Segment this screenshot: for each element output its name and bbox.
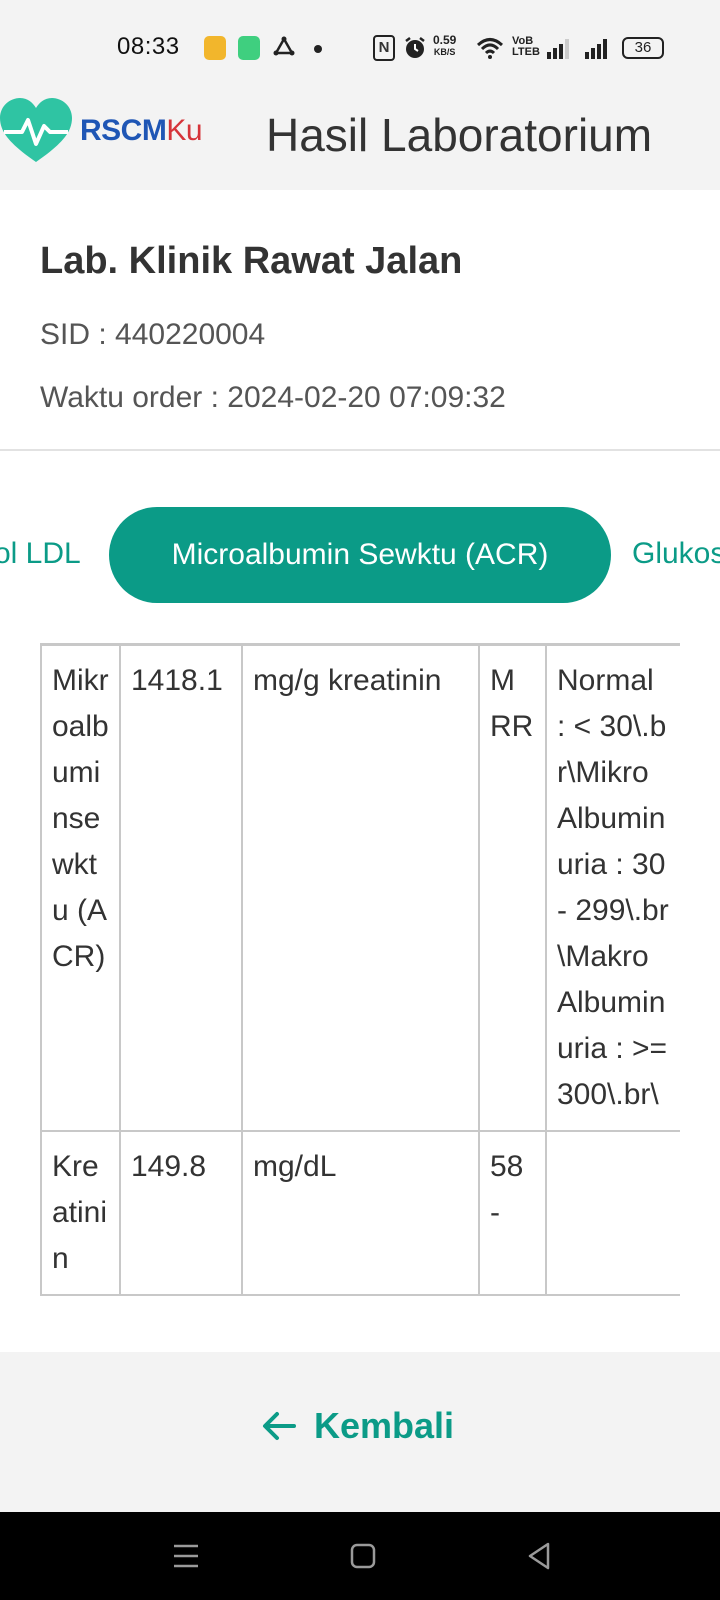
volte-indicator: VoB LTEB: [512, 35, 540, 58]
signal-icon: [547, 39, 569, 59]
divider: [0, 449, 720, 451]
back-button[interactable]: Kembali: [262, 1396, 454, 1456]
test-name-cell: Kreatinin: [40, 1129, 121, 1296]
reference-cell: Normal : < 30\.br\Mikro Albuminuria : 30…: [545, 643, 680, 1132]
signal-icon: [585, 39, 607, 59]
results-table-container[interactable]: Mikroalbuminsewktu (ACR) 1418.1 mg/g kre…: [40, 643, 680, 1352]
tab-microalbumin-acr[interactable]: Microalbumin Sewktu (ACR): [109, 507, 611, 603]
result-value-cell: 149.8: [119, 1129, 243, 1296]
sample-id: SID : 440220004: [40, 318, 266, 351]
notification-dot-icon: [314, 45, 322, 53]
test-name-cell: Mikroalbuminsewktu (ACR): [40, 643, 121, 1132]
sync-icon: [273, 36, 295, 56]
home-icon[interactable]: [345, 1538, 381, 1574]
network-speed: 0.59 KB/S: [433, 33, 457, 57]
flag-cell: 58 -: [478, 1129, 547, 1296]
app-header: RSCMKu Hasil Laboratorium: [0, 96, 720, 190]
flag-cell: MRR: [478, 643, 547, 1132]
tab-glukosa[interactable]: Glukos: [632, 537, 720, 571]
result-value-cell: 1418.1: [119, 643, 243, 1132]
unit-cell: mg/dL: [241, 1129, 480, 1296]
back-nav-icon[interactable]: [522, 1538, 558, 1574]
status-time: 08:33: [117, 33, 180, 60]
alarm-icon: [405, 37, 425, 58]
nfc-icon: N: [373, 35, 395, 61]
back-button-label: Kembali: [314, 1405, 455, 1446]
app-notification-icon: [204, 36, 226, 60]
page-title: Hasil Laboratorium: [266, 109, 653, 161]
bottom-action-bar: Kembali: [0, 1352, 720, 1512]
table-row: Kreatinin 149.8 mg/dL 58 -: [40, 1129, 680, 1296]
status-bar: 08:33 N 0.59 KB/S VoB LTEB 36: [0, 0, 720, 96]
lab-name: Lab. Klinik Rawat Jalan: [40, 240, 463, 282]
results-table: Mikroalbuminsewktu (ACR) 1418.1 mg/g kre…: [40, 643, 680, 1296]
system-nav-bar: [0, 1512, 720, 1600]
recent-apps-icon[interactable]: [168, 1538, 204, 1574]
app-notification-icon: [238, 36, 260, 60]
arrow-left-icon: [263, 1412, 296, 1440]
reference-cell: [545, 1129, 680, 1296]
app-logo-text: RSCMKu: [80, 114, 203, 147]
heart-logo-icon: [0, 98, 72, 162]
unit-cell: mg/g kreatinin: [241, 643, 480, 1132]
table-row: Mikroalbuminsewktu (ACR) 1418.1 mg/g kre…: [40, 643, 680, 1132]
order-time: Waktu order : 2024-02-20 07:09:32: [40, 381, 506, 414]
battery-icon: 36: [622, 37, 664, 59]
wifi-icon: [476, 38, 504, 59]
tab-kolesterol-ldl[interactable]: ol LDL: [0, 537, 81, 571]
